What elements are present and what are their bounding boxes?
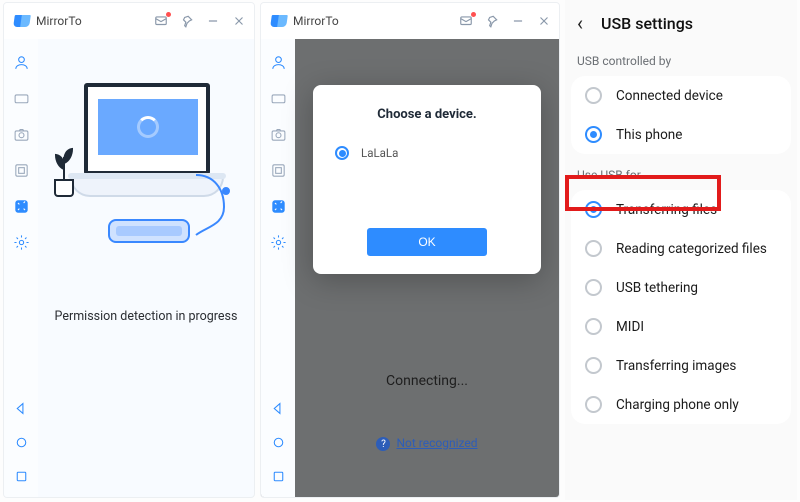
close-icon[interactable] bbox=[537, 14, 551, 28]
sidebar-keyboard-icon[interactable] bbox=[269, 89, 287, 107]
nav-home-icon[interactable] bbox=[269, 433, 287, 451]
option-transferring-files[interactable]: Transferring files bbox=[571, 190, 791, 229]
android-usb-settings: ‹ USB settings USB controlled by Connect… bbox=[565, 0, 797, 500]
option-label: USB tethering bbox=[616, 280, 698, 296]
option-label: Charging phone only bbox=[616, 397, 739, 413]
not-recognized-link[interactable]: Not recognized bbox=[396, 436, 477, 450]
radio-icon bbox=[585, 318, 602, 335]
status-caption: Permission detection in progress bbox=[55, 309, 238, 324]
sidebar-keyboard-icon[interactable] bbox=[12, 89, 30, 107]
nav-back-icon[interactable] bbox=[269, 399, 287, 417]
page-title: USB settings bbox=[601, 14, 693, 33]
settings-header: ‹ USB settings bbox=[565, 0, 797, 46]
option-usb-tethering[interactable]: USB tethering bbox=[571, 268, 791, 307]
sidebar bbox=[4, 39, 38, 497]
option-transferring-images[interactable]: Transferring images bbox=[571, 346, 791, 385]
sidebar bbox=[261, 39, 295, 497]
not-recognized-row: ? Not recognized bbox=[295, 436, 559, 452]
sidebar-user-icon[interactable] bbox=[12, 53, 30, 71]
app-logo-icon bbox=[14, 14, 30, 28]
help-icon[interactable]: ? bbox=[376, 437, 390, 451]
spinner-icon bbox=[137, 116, 159, 138]
radio-icon bbox=[585, 396, 602, 413]
app-logo-icon bbox=[271, 14, 287, 28]
sidebar-screenshot-icon[interactable] bbox=[12, 161, 30, 179]
sidebar-camera-icon[interactable] bbox=[269, 125, 287, 143]
device-option-label: LaLaLa bbox=[361, 146, 398, 160]
sidebar-settings-icon[interactable] bbox=[12, 233, 30, 251]
sidebar-user-icon[interactable] bbox=[269, 53, 287, 71]
option-label: Transferring files bbox=[616, 202, 717, 218]
modal-title: Choose a device. bbox=[333, 107, 521, 122]
nav-recent-icon[interactable] bbox=[12, 467, 30, 485]
back-icon[interactable]: ‹ bbox=[573, 11, 587, 35]
main-content: Permission detection in progress bbox=[38, 39, 254, 497]
option-connected-device[interactable]: Connected device bbox=[571, 76, 791, 115]
nav-recent-icon[interactable] bbox=[269, 467, 287, 485]
radio-icon bbox=[585, 87, 602, 104]
app-window-choose-device: MirrorTo bbox=[260, 2, 560, 498]
sidebar-expand-icon[interactable] bbox=[269, 197, 287, 215]
device-option[interactable]: LaLaLa bbox=[333, 142, 521, 164]
close-icon[interactable] bbox=[232, 14, 246, 28]
notifications-icon[interactable] bbox=[459, 14, 473, 28]
titlebar: MirrorTo bbox=[261, 3, 559, 39]
nav-back-icon[interactable] bbox=[12, 399, 30, 417]
use-usb-for-list: Transferring files Reading categorized f… bbox=[571, 190, 791, 424]
pin-icon[interactable] bbox=[485, 14, 499, 28]
option-reading-categorized[interactable]: Reading categorized files bbox=[571, 229, 791, 268]
notifications-icon[interactable] bbox=[154, 14, 168, 28]
option-label: MIDI bbox=[616, 319, 644, 335]
sidebar-camera-icon[interactable] bbox=[12, 125, 30, 143]
connecting-status: Connecting... bbox=[295, 373, 559, 389]
sidebar-screenshot-icon[interactable] bbox=[269, 161, 287, 179]
option-label: Reading categorized files bbox=[616, 241, 767, 257]
sidebar-settings-icon[interactable] bbox=[269, 233, 287, 251]
ok-button[interactable]: OK bbox=[367, 228, 487, 256]
radio-selected-icon bbox=[335, 146, 349, 160]
option-midi[interactable]: MIDI bbox=[571, 307, 791, 346]
titlebar: MirrorTo bbox=[4, 3, 254, 39]
minimize-icon[interactable] bbox=[511, 14, 525, 28]
app-title: MirrorTo bbox=[36, 14, 82, 28]
app-window-permission: MirrorTo bbox=[3, 2, 255, 498]
minimize-icon[interactable] bbox=[206, 14, 220, 28]
choose-device-modal: Choose a device. LaLaLa OK bbox=[313, 85, 541, 274]
device-stage: Choose a device. LaLaLa OK Connecting...… bbox=[295, 39, 559, 497]
radio-selected-icon bbox=[585, 126, 602, 143]
sidebar-expand-icon[interactable] bbox=[12, 197, 30, 215]
radio-icon bbox=[585, 357, 602, 374]
nav-home-icon[interactable] bbox=[12, 433, 30, 451]
radio-icon bbox=[585, 279, 602, 296]
section-label-controlled-by: USB controlled by bbox=[565, 46, 797, 74]
option-label: This phone bbox=[616, 127, 682, 143]
option-label: Transferring images bbox=[616, 358, 736, 374]
section-label-use-usb-for: Use USB for bbox=[565, 160, 797, 188]
option-this-phone[interactable]: This phone bbox=[571, 115, 791, 154]
option-label: Connected device bbox=[616, 88, 723, 104]
option-charging-only[interactable]: Charging phone only bbox=[571, 385, 791, 424]
controlled-by-list: Connected device This phone bbox=[571, 76, 791, 154]
pin-icon[interactable] bbox=[180, 14, 194, 28]
radio-selected-icon bbox=[585, 201, 602, 218]
connect-illustration bbox=[46, 77, 246, 267]
radio-icon bbox=[585, 240, 602, 257]
app-title: MirrorTo bbox=[293, 14, 339, 28]
